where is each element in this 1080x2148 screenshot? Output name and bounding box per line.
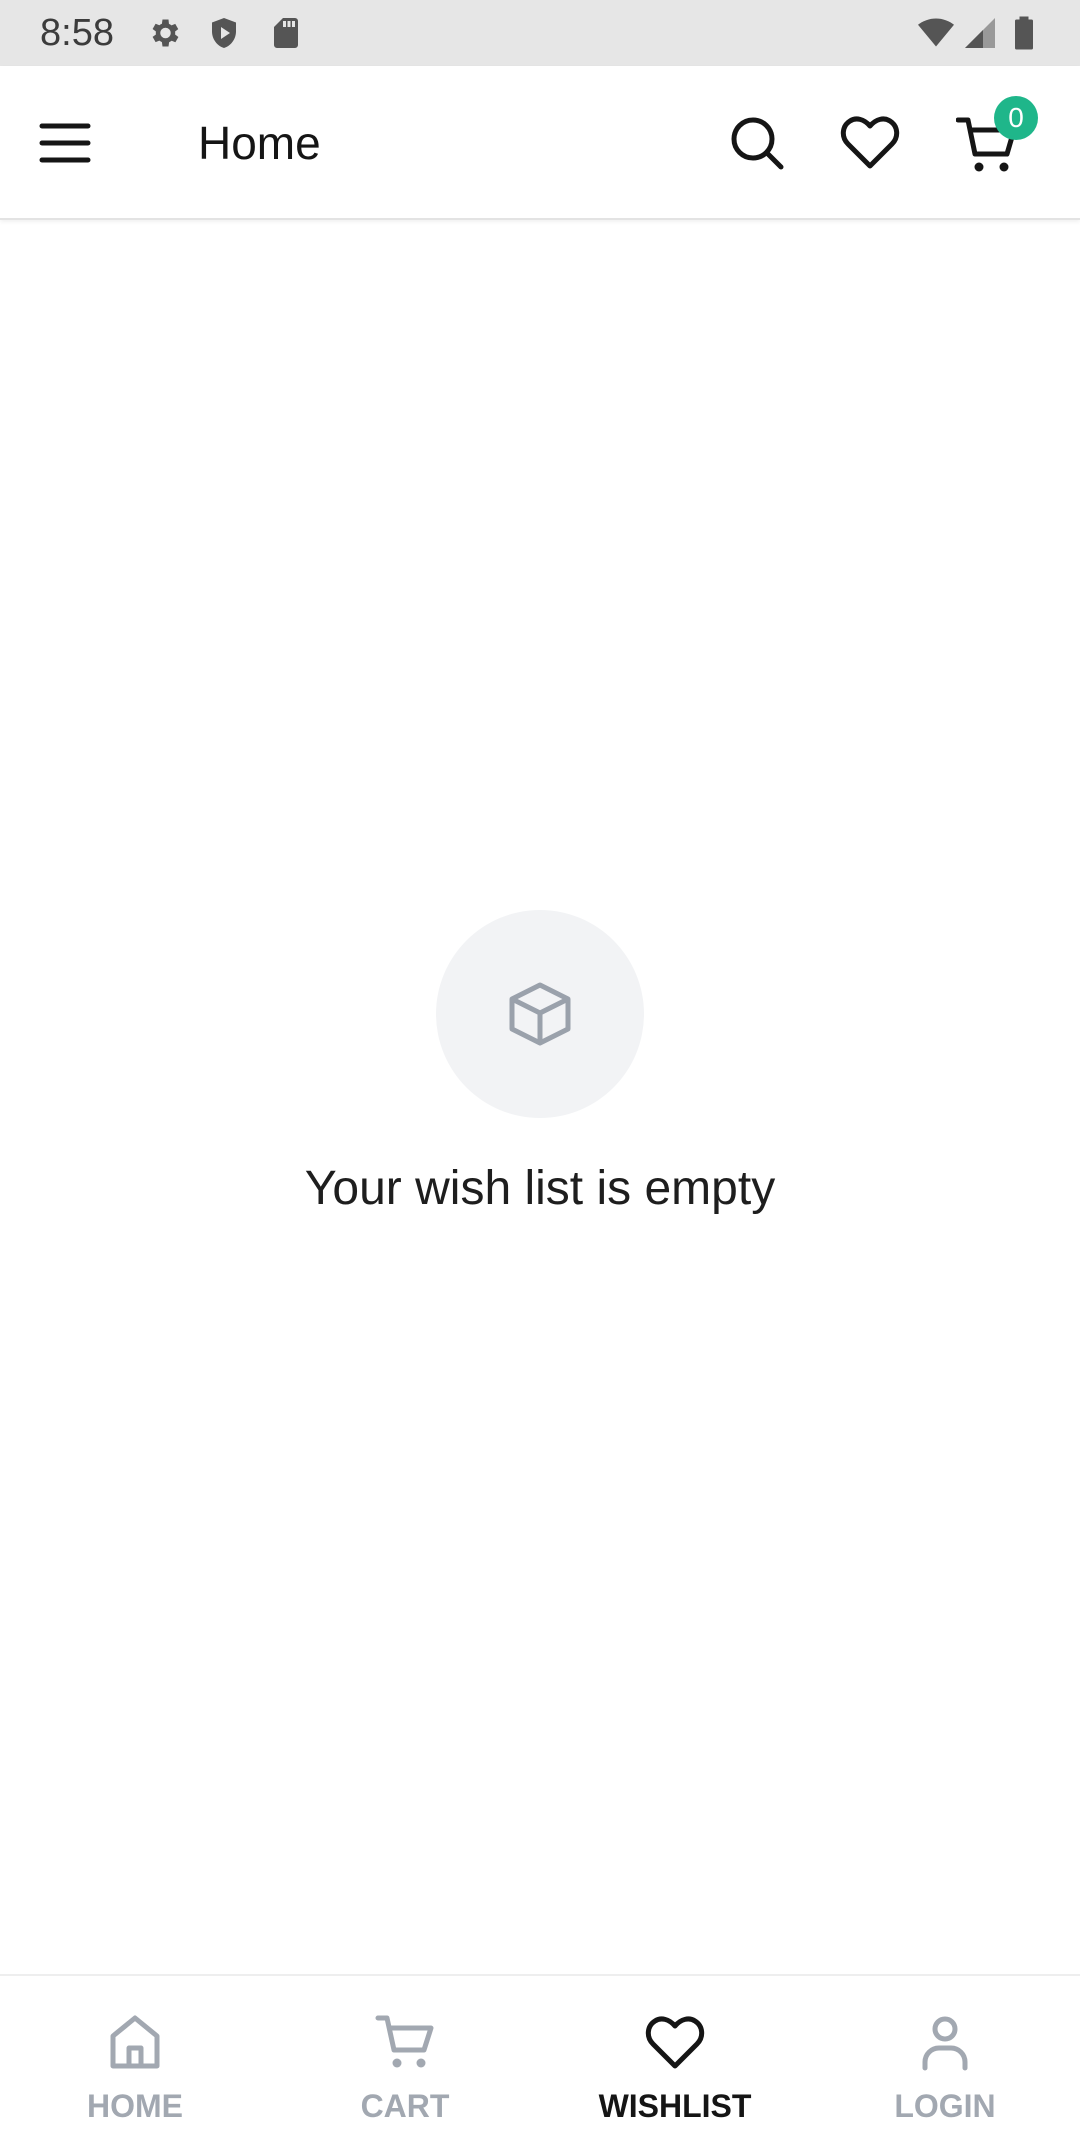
nav-item-home[interactable]: HOME: [0, 1976, 270, 2148]
heart-icon: [645, 2012, 705, 2072]
user-icon: [915, 2012, 975, 2072]
empty-state-icon-circle: [436, 910, 644, 1118]
nav-label-home: HOME: [87, 2088, 183, 2124]
cart-count-badge: 0: [994, 96, 1038, 140]
nav-label-login: LOGIN: [894, 2088, 996, 2124]
shield-icon: [206, 15, 242, 51]
cart-icon: [375, 2012, 435, 2072]
settings-icon: [146, 15, 182, 51]
status-bar: 8:58: [0, 0, 1080, 66]
page-title: Home: [198, 117, 321, 169]
signal-icon: [962, 15, 998, 51]
nav-label-cart: CART: [360, 2088, 450, 2124]
wifi-icon: [914, 15, 958, 51]
nav-item-cart[interactable]: CART: [270, 1976, 540, 2148]
wishlist-heart-icon[interactable]: [840, 114, 900, 172]
nav-label-wishlist: WISHLIST: [598, 2088, 752, 2124]
nav-item-wishlist[interactable]: WISHLIST: [540, 1976, 810, 2148]
home-icon: [105, 2012, 165, 2072]
hamburger-menu-icon[interactable]: [36, 116, 96, 170]
app-bar: Home 0: [0, 66, 1080, 220]
nav-item-login[interactable]: LOGIN: [810, 1976, 1080, 2148]
search-icon[interactable]: [728, 114, 786, 172]
box-icon: [506, 980, 574, 1048]
bottom-navigation: HOME CART WISHLIST LOGIN: [0, 1974, 1080, 2148]
status-time: 8:58: [40, 12, 114, 54]
empty-state-message: Your wish list is empty: [304, 1162, 776, 1215]
wishlist-screen: 8:58 Home 0 Your wish list is empty HOME…: [0, 0, 1080, 2148]
battery-icon: [1010, 15, 1038, 51]
sd-card-icon: [268, 15, 304, 51]
